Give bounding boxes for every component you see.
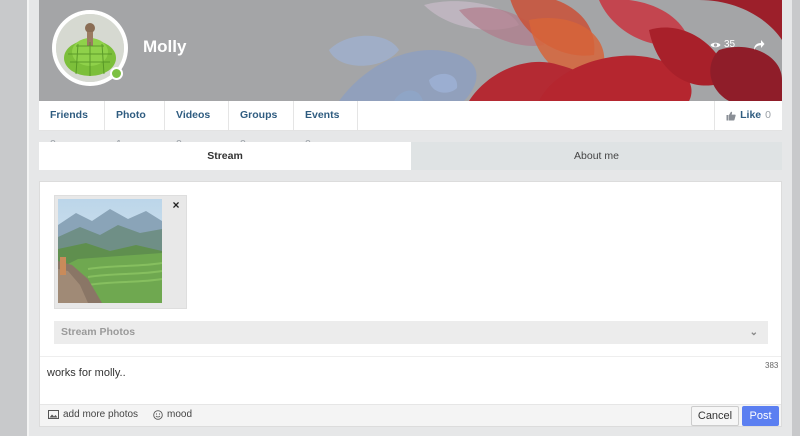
tab-stream[interactable]: Stream bbox=[39, 142, 411, 170]
view-count-value: 35 bbox=[724, 39, 736, 50]
nav-events-label: Events bbox=[305, 109, 340, 121]
chevron-down-icon: ⌄ bbox=[749, 327, 758, 338]
composer-divider bbox=[40, 356, 781, 357]
nav-photo-label: Photo bbox=[116, 109, 146, 121]
add-more-photos-button[interactable]: add more photos bbox=[48, 409, 138, 420]
album-select-value: Stream Photos bbox=[61, 326, 136, 338]
like-label: Like bbox=[740, 109, 762, 121]
share-arrow-icon[interactable] bbox=[751, 38, 765, 52]
view-count: 35 bbox=[710, 39, 735, 50]
composer-toolbar bbox=[40, 404, 781, 426]
online-status-indicator bbox=[110, 67, 123, 80]
album-select[interactable]: Stream Photos ⌄ bbox=[54, 321, 768, 344]
cancel-button[interactable]: Cancel bbox=[691, 406, 739, 426]
eye-icon bbox=[710, 42, 721, 47]
remove-photo-button[interactable]: × bbox=[170, 199, 182, 211]
add-more-photos-label: add more photos bbox=[63, 409, 139, 420]
post-text-input[interactable]: works for molly.. bbox=[47, 367, 126, 379]
thumbs-up-icon bbox=[726, 111, 736, 120]
nav-photo[interactable]: Photo 1 bbox=[105, 101, 165, 150]
mood-label: mood bbox=[167, 409, 193, 420]
photo-preview-image bbox=[58, 199, 162, 303]
profile-nav: Friends 0 Photo 1 Videos 0 Groups 0 Even… bbox=[39, 101, 782, 150]
mountain-landscape-image bbox=[58, 199, 162, 303]
nav-videos-label: Videos bbox=[176, 109, 211, 121]
like-count: 0 bbox=[765, 109, 771, 121]
nav-groups[interactable]: Groups 0 bbox=[229, 101, 294, 150]
mood-button[interactable]: mood bbox=[153, 409, 192, 420]
left-panel-edge bbox=[0, 0, 27, 436]
profile-name: Molly bbox=[143, 37, 187, 56]
char-counter: 383 bbox=[765, 361, 779, 370]
like-button[interactable]: Like 0 bbox=[714, 101, 782, 130]
right-panel-edge bbox=[792, 0, 800, 436]
post-button[interactable]: Post bbox=[742, 406, 779, 426]
tab-about-me[interactable]: About me bbox=[411, 142, 782, 170]
nav-friends[interactable]: Friends 0 bbox=[39, 101, 105, 150]
smiley-icon bbox=[153, 409, 163, 420]
image-icon bbox=[48, 410, 59, 419]
nav-friends-label: Friends bbox=[50, 109, 88, 121]
nav-groups-label: Groups bbox=[240, 109, 278, 121]
nav-videos[interactable]: Videos 0 bbox=[165, 101, 229, 150]
nav-events[interactable]: Events 0 bbox=[294, 101, 358, 150]
